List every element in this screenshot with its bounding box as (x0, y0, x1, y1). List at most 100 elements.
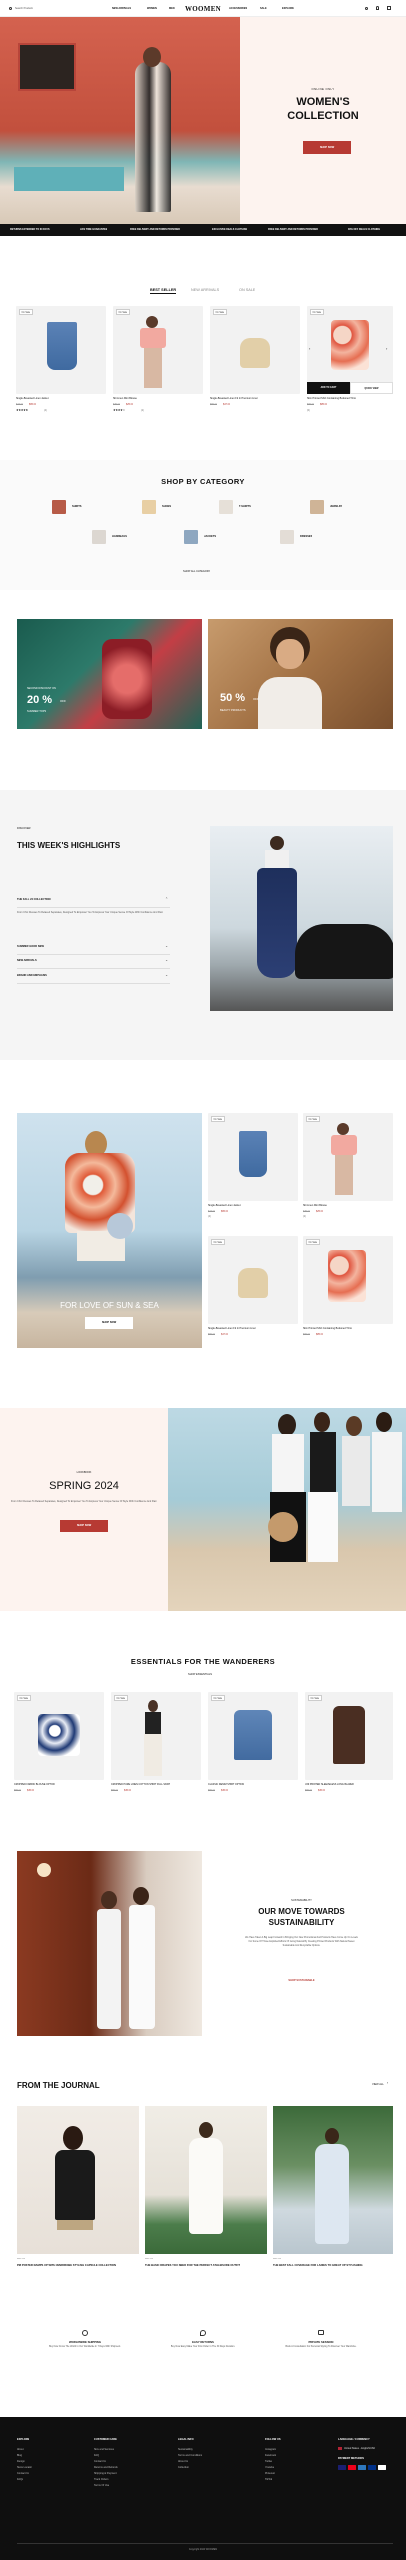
footer-link[interactable]: Track Orders (94, 2478, 109, 2481)
footer-link[interactable]: Returns and Refunds (94, 2466, 118, 2469)
journal-post-image[interactable] (273, 2106, 393, 2254)
highlight-item[interactable]: NEW ARRIVALS ⌄ (17, 955, 170, 969)
footer-link[interactable]: Store Locator (17, 2466, 32, 2469)
sun-sea-image[interactable]: FOR LOVE OF SUN & SEA SHOP NOW (17, 1113, 202, 1348)
product-card[interactable]: On Sale Slit Linen Mini Blouse $35.00 $2… (303, 1113, 393, 1225)
footer-link[interactable]: FAQs (17, 2478, 23, 2481)
product-image[interactable] (16, 306, 106, 394)
product-card[interactable]: On Sale Slit Linen Mini Blouse $35.00 $2… (113, 306, 203, 422)
footer-link[interactable]: FAQ (94, 2454, 99, 2457)
product-image[interactable] (14, 1692, 104, 1780)
journal-post-title[interactable]: THE BASIC DRAPES YOU NEED FOR THE PERFEC… (145, 2264, 263, 2268)
product-name[interactable]: Slit Linen Mini Blouse (303, 1204, 327, 1207)
product-name[interactable]: UNI PRINTED SLEEVELESS LONG BLAZER (305, 1783, 354, 1786)
footer-link[interactable]: Pinterest (265, 2472, 275, 2475)
chevron-left-icon[interactable]: ‹ (309, 346, 310, 351)
hero-cta-button[interactable]: SHOP NOW (303, 141, 351, 154)
product-image[interactable] (113, 306, 203, 394)
category-jewelry[interactable]: JEWELRY (310, 500, 370, 514)
product-image[interactable] (208, 1692, 298, 1780)
product-image[interactable] (208, 1113, 298, 1201)
nav-men[interactable]: MEN (169, 7, 175, 10)
footer-link[interactable]: Collection (178, 2466, 189, 2469)
product-name[interactable]: CROPPED FABRIC BLOUSE OPTION (14, 1783, 55, 1786)
journal-post-image[interactable] (145, 2106, 267, 2254)
lookbook-cta-button[interactable]: SHOP NOW (60, 1520, 108, 1532)
category-t-shirts[interactable]: T-SHIRTS (219, 500, 279, 514)
product-card[interactable]: On Sale Single-Breasted Linen Jacket $73… (208, 1113, 298, 1225)
product-card[interactable]: On Sale CROPPED PURE LINEN COTTON SHIRT … (111, 1692, 201, 1802)
product-name[interactable]: CLASSIC DENIM SHIRT OPTION (208, 1783, 244, 1786)
nav-women[interactable]: WOMEN (147, 7, 157, 10)
tab-best-seller[interactable]: BEST SELLER (150, 288, 177, 294)
journal-post-image[interactable] (17, 2106, 139, 2254)
product-card[interactable]: On Sale CROPPED FABRIC BLOUSE OPTION $55… (14, 1692, 104, 1802)
product-name[interactable]: Single-Breasted Linen Jacket (16, 397, 49, 400)
category-shoes[interactable]: SHOES (142, 500, 202, 514)
footer-link[interactable]: Twitter (265, 2460, 272, 2463)
footer-link[interactable]: Design (17, 2460, 25, 2463)
category-dresses[interactable]: DRESSES (280, 530, 340, 544)
nav-new-arrivals[interactable]: NEW ARRIVALS (112, 7, 131, 10)
language-select[interactable]: United States - English/USD (344, 2447, 375, 2450)
footer-link[interactable]: Youtube (265, 2466, 274, 2469)
footer-link[interactable]: Terms Of Use (94, 2484, 109, 2487)
category-handbags[interactable]: HANDBAGS (92, 530, 152, 544)
product-card[interactable]: On Sale Single-Breasted Linen Jacket $73… (16, 306, 106, 422)
product-image[interactable] (303, 1113, 393, 1201)
journal-post-title[interactable]: THE BEST FALL COVERAGE FOR LADIES TO GRE… (273, 2264, 391, 2268)
product-name[interactable]: Slim Printed Shirt Containing Buttoned T… (303, 1327, 352, 1330)
tab-new-arrivals[interactable]: NEW ARRIVALS (191, 288, 219, 292)
product-image[interactable] (303, 1236, 393, 1324)
journal-post[interactable]: MAY 24 THE BASIC DRAPES YOU NEED FOR THE… (145, 2106, 267, 2281)
quick-view-button[interactable]: QUICK VIEW (350, 382, 393, 394)
product-card[interactable]: On Sale Slim Printed Shirt Containing Bu… (303, 1236, 393, 1348)
sustain-cta-link[interactable]: SHOP SUSTAINABLE (210, 1979, 393, 1982)
product-name[interactable]: Slim Printed Shirt Containing Buttoned T… (307, 397, 356, 400)
footer-link[interactable]: Blog (17, 2454, 22, 2457)
promo-banner-left[interactable]: SECOND DISCOUNT ON 20 % OFF SUMMER TOPS (17, 619, 202, 729)
product-name[interactable]: Single-Breasted Linen Jacket (208, 1204, 241, 1207)
product-image[interactable] (305, 1692, 393, 1780)
search-label[interactable]: Search Products (15, 7, 33, 10)
journal-post-title[interactable]: PM POSTER RAMPS UP WITH WARDROBE STYLISH… (17, 2264, 135, 2268)
footer-link[interactable]: About (17, 2448, 24, 2451)
product-card[interactable]: On Sale UNI PRINTED SLEEVELESS LONG BLAZ… (305, 1692, 393, 1802)
add-to-cart-button[interactable]: ADD TO CART (307, 382, 350, 394)
chevron-right-icon[interactable]: › (386, 346, 387, 351)
footer-link[interactable]: Instagram (265, 2448, 276, 2451)
highlight-item[interactable]: BRAND AND EMPHASIS ⌄ (17, 970, 170, 984)
product-card[interactable]: On Sale Single-Breasted Linen Fit In Pre… (210, 306, 300, 422)
shop-essentials-link[interactable]: SHOP ESSENTIALS (188, 1673, 212, 1676)
product-image[interactable] (210, 306, 300, 394)
product-image[interactable] (111, 1692, 201, 1780)
promo-banner-right[interactable]: 50 % OFF BEAUTY PRODUCTS (208, 619, 393, 729)
journal-post[interactable]: MAY 24 THE BEST FALL COVERAGE FOR LADIES… (273, 2106, 393, 2281)
footer-link[interactable]: Facebook (265, 2454, 276, 2457)
footer-link[interactable]: Size and Services (94, 2448, 114, 2451)
footer-link[interactable]: Contact Us (17, 2472, 29, 2475)
tab-on-sale[interactable]: ON SALE (239, 288, 255, 292)
footer-link[interactable]: Sustainability (178, 2448, 193, 2451)
footer-link[interactable]: Contact Us (94, 2460, 106, 2463)
sun-sea-cta-button[interactable]: SHOP NOW (85, 1317, 133, 1329)
footer-link[interactable]: About Us (178, 2460, 188, 2463)
search-icon[interactable] (365, 7, 368, 10)
product-card[interactable]: On Sale CLASSIC DENIM SHIRT OPTION $55.0… (208, 1692, 298, 1802)
product-name[interactable]: Single-Breasted Linen Fit In Premium Lin… (208, 1327, 256, 1330)
category-jackets[interactable]: JACKETS (184, 530, 244, 544)
product-name[interactable]: CROPPED PURE LINEN COTTON SHIRT FULL SKI… (111, 1783, 170, 1786)
highlight-item[interactable]: THE FALL 24 COLLECTION ⌃ (17, 894, 170, 908)
nav-accessories[interactable]: ACCESSORIES (229, 7, 247, 10)
highlight-item[interactable]: SUMMER GOOD NEW ⌄ (17, 941, 170, 955)
footer-link[interactable]: Shipping & Payment (94, 2472, 117, 2475)
shop-all-category-link[interactable]: SHOP ALL CATEGORY (183, 570, 210, 573)
footer-link[interactable]: TikTok (265, 2478, 272, 2481)
logo[interactable]: WOOMEN (185, 5, 221, 13)
product-image[interactable] (307, 306, 393, 394)
nav-explore[interactable]: EXPLORE (282, 7, 294, 10)
product-card[interactable]: On Sale Single-Breasted Linen Fit In Pre… (208, 1236, 298, 1348)
search-icon[interactable] (9, 7, 12, 10)
journal-post[interactable]: MAY 24 PM POSTER RAMPS UP WITH WARDROBE … (17, 2106, 139, 2281)
journal-view-all-link[interactable]: VIEW ALL (372, 2083, 384, 2086)
